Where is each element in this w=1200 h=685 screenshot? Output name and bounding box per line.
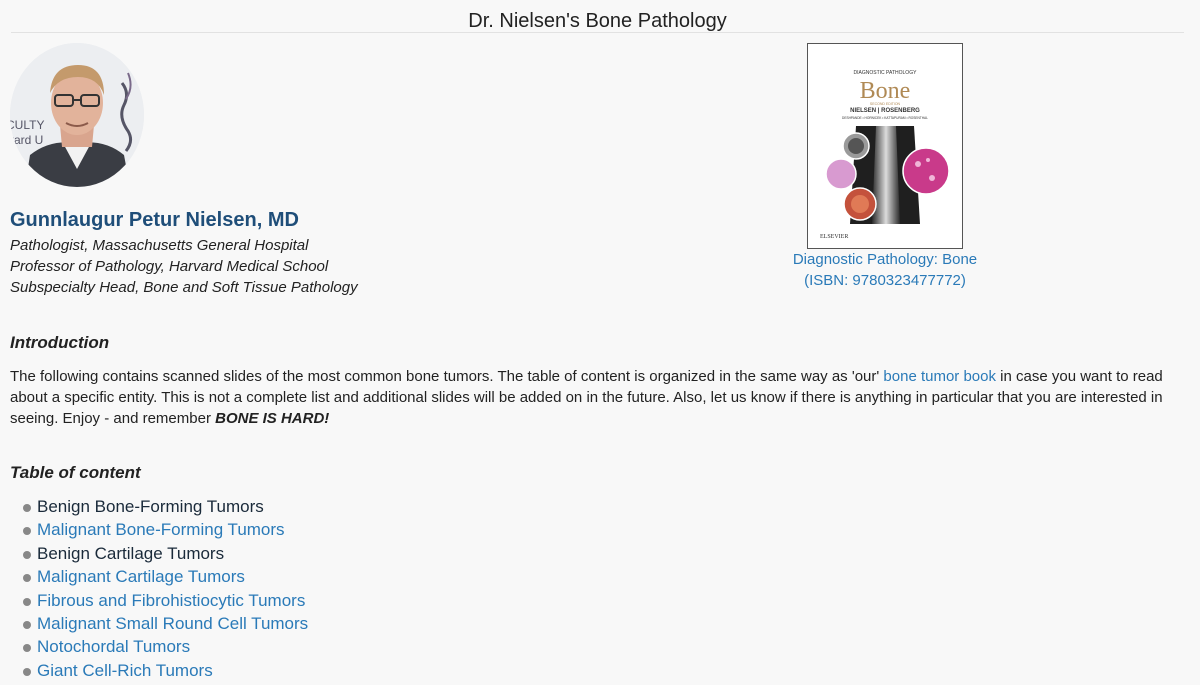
bullet-icon (23, 550, 31, 559)
toc-item-malignant-cartilage[interactable]: Malignant Cartilage Tumors (37, 567, 245, 586)
backdrop-text-2: vard U (10, 133, 43, 147)
bullet-icon (23, 620, 31, 629)
toc-item: Malignant Bone-Forming Tumors (0, 518, 308, 541)
introduction-heading: Introduction (10, 333, 110, 352)
title-divider (11, 32, 1184, 33)
book-title-link[interactable]: Diagnostic Pathology: Bone (760, 251, 1010, 268)
book-cover[interactable]: DIAGNOSTIC PATHOLOGY Bone SECOND EDITION… (807, 43, 963, 249)
cover-series: DIAGNOSTIC PATHOLOGY (854, 70, 918, 76)
bullet-icon (23, 504, 31, 512)
toc-item-notochordal[interactable]: Notochordal Tumors (37, 637, 190, 656)
author-position-3: Subspecialty Head, Bone and Soft Tissue … (10, 279, 358, 296)
toc-item-small-round-cell[interactable]: Malignant Small Round Cell Tumors (37, 614, 308, 633)
page-title: Dr. Nielsen's Bone Pathology (468, 10, 727, 32)
bone-tumor-book-link[interactable]: bone tumor book (883, 368, 996, 385)
toc-item-giant-cell-rich[interactable]: Giant Cell-Rich Tumors (37, 661, 213, 680)
toc-item: Benign Bone-Forming Tumors (0, 495, 308, 518)
toc-item: Benign Cartilage Tumors (0, 542, 308, 565)
cover-edition: SECOND EDITION (870, 102, 901, 106)
bullet-icon (23, 574, 31, 583)
toc-item: Notochordal Tumors (0, 635, 308, 658)
cover-title: Bone (860, 78, 911, 104)
author-name: Gunnlaugur Petur Nielsen, MD (10, 209, 299, 231)
cover-authors: NIELSEN | ROSENBERG (850, 108, 920, 114)
toc-item-benign-cartilage[interactable]: Benign Cartilage Tumors (37, 544, 224, 563)
intro-text-part-1: The following contains scanned slides of… (10, 368, 884, 385)
bullet-icon (23, 667, 31, 676)
toc-item: Malignant Cartilage Tumors (0, 565, 308, 588)
intro-emphasis: BONE IS HARD! (215, 410, 330, 427)
book-isbn-link[interactable]: (ISBN: 9780323477772) (760, 272, 1010, 289)
toc-item-fibrous-fibrohistiocytic[interactable]: Fibrous and Fibrohistiocytic Tumors (37, 591, 305, 610)
toc-item: Giant Cell-Rich Tumors (0, 659, 308, 682)
toc-item: Malignant Small Round Cell Tumors (0, 612, 308, 635)
cover-coauthors: DESHPANDE • HORNICEK • KATTAPURAM • ROSE… (842, 116, 928, 120)
author-position-1: Pathologist, Massachusetts General Hospi… (10, 237, 309, 254)
bullet-icon (23, 644, 31, 653)
toc-heading: Table of content (10, 463, 141, 482)
author-position-2: Professor of Pathology, Harvard Medical … (10, 258, 329, 275)
toc-item: Fibrous and Fibrohistiocytic Tumors (0, 589, 308, 612)
author-avatar: CULTY vard U (10, 43, 144, 187)
backdrop-text-1: CULTY (10, 118, 44, 132)
toc-list: Benign Bone-Forming Tumors Malignant Bon… (0, 495, 308, 682)
bullet-icon (23, 527, 31, 536)
introduction-text: The following contains scanned slides of… (10, 366, 1190, 429)
bullet-icon (23, 597, 31, 606)
toc-item-benign-bone-forming[interactable]: Benign Bone-Forming Tumors (37, 497, 264, 516)
cover-publisher: ELSEVIER (820, 234, 848, 240)
toc-item-malignant-bone-forming[interactable]: Malignant Bone-Forming Tumors (37, 520, 285, 539)
